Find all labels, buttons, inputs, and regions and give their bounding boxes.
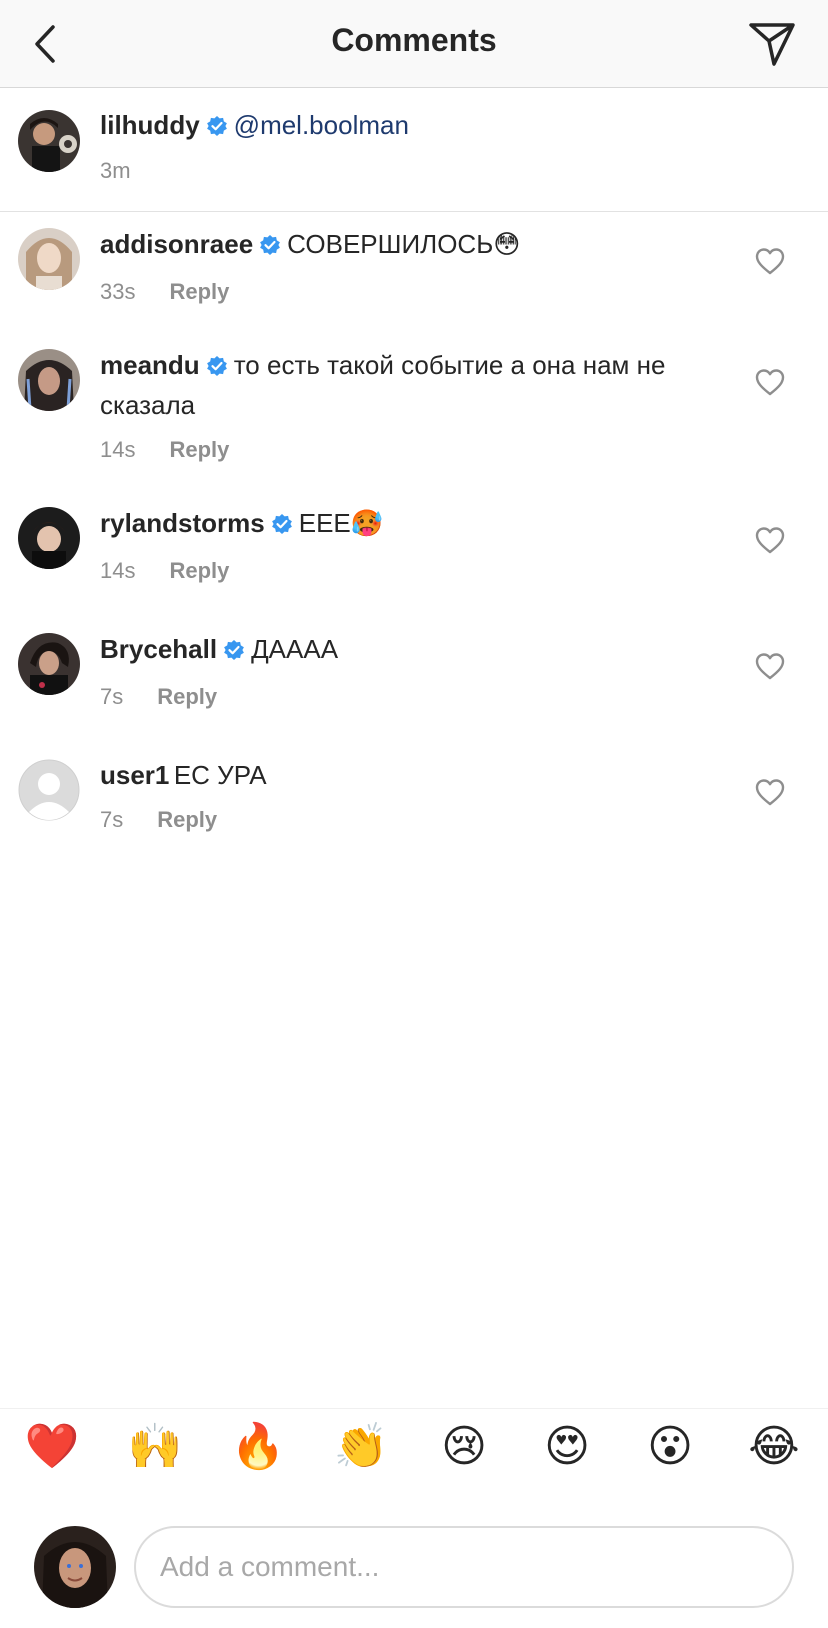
avatar[interactable] — [18, 633, 80, 695]
verified-badge-icon — [206, 115, 228, 150]
verified-badge-icon — [259, 234, 281, 268]
comment-text: ДАААА — [251, 634, 339, 664]
emoji-heart[interactable]: ❤️ — [22, 1419, 82, 1475]
verified-badge-icon — [206, 355, 228, 389]
comment-time: 7s — [100, 807, 124, 832]
comment-username[interactable]: rylandstorms — [100, 508, 265, 538]
header: Comments — [0, 0, 828, 88]
post-caption: lilhuddy @mel.boolman 3m — [0, 88, 828, 212]
comment-time: 33s — [100, 279, 136, 304]
emoji-fire[interactable]: 🔥 — [228, 1419, 288, 1475]
reply-button[interactable]: Reply — [169, 276, 229, 308]
avatar[interactable] — [18, 507, 80, 569]
comment-time: 7s — [100, 684, 124, 709]
comments-screen: Comments lilhuddy @mel.boolman 3m addiso… — [0, 0, 828, 1628]
emoji-heart-eyes[interactable]: 😍 — [537, 1419, 597, 1475]
emoji-surprised[interactable]: 😮 — [640, 1419, 700, 1475]
avatar[interactable] — [18, 110, 80, 172]
comment-time: 14s — [100, 437, 136, 462]
comment-text: ЕЕЕ🥵 — [298, 508, 384, 538]
add-comment-input[interactable] — [134, 1526, 794, 1608]
avatar-placeholder[interactable] — [18, 759, 80, 821]
reply-button[interactable]: Reply — [157, 804, 217, 836]
avatar[interactable] — [18, 228, 80, 290]
emoji-quick-bar: ❤️ 🙌 🔥 👏 😢 😍 😮 😂 — [0, 1408, 828, 1484]
reply-button[interactable]: Reply — [169, 555, 229, 587]
heart-icon[interactable] — [754, 777, 786, 807]
comment-text: СОВЕРШИЛОСЬ😳 — [287, 229, 521, 259]
heart-icon[interactable] — [754, 367, 786, 397]
heart-icon[interactable] — [754, 246, 786, 276]
comment-username[interactable]: meandu — [100, 350, 200, 380]
caption-mention-link[interactable]: @mel.boolman — [234, 110, 409, 140]
comment-time: 14s — [100, 558, 136, 583]
paper-plane-icon — [749, 23, 795, 66]
emoji-raised-hands[interactable]: 🙌 — [125, 1419, 185, 1475]
emoji-clapping[interactable]: 👏 — [331, 1419, 391, 1475]
comment-text: ЕС УРА — [173, 760, 267, 790]
reply-button[interactable]: Reply — [169, 434, 229, 466]
share-button[interactable] — [744, 16, 800, 72]
caption-username[interactable]: lilhuddy — [100, 110, 200, 140]
page-title: Comments — [331, 22, 497, 58]
caption-time: 3m — [100, 158, 131, 183]
comment-username[interactable]: addisonraee — [100, 229, 253, 259]
avatar[interactable] — [18, 349, 80, 411]
comment-composer — [0, 1510, 828, 1620]
reply-button[interactable]: Reply — [157, 681, 217, 713]
emoji-laughing[interactable]: 😂 — [744, 1419, 804, 1475]
verified-badge-icon — [271, 513, 293, 547]
emoji-crying[interactable]: 😢 — [434, 1419, 494, 1475]
current-user-avatar — [34, 1526, 116, 1608]
comment-username[interactable]: Brycehall — [100, 634, 217, 664]
heart-icon[interactable] — [754, 651, 786, 681]
comment-username[interactable]: user1 — [100, 760, 169, 790]
verified-badge-icon — [223, 639, 245, 673]
heart-icon[interactable] — [754, 525, 786, 555]
